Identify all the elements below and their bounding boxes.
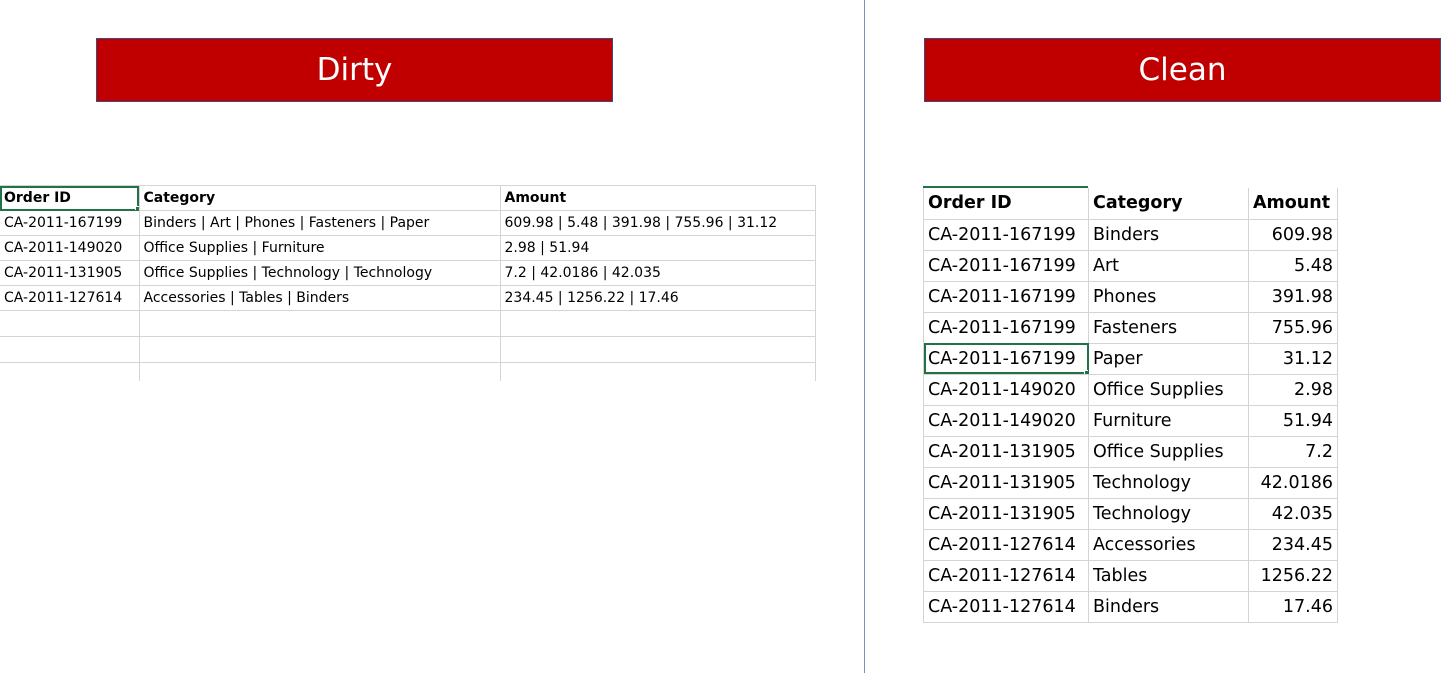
table-row: CA-2011-167199 Paper 31.12 [923, 342, 1338, 375]
order-id-cell[interactable]: CA-2011-167199 [923, 218, 1089, 251]
amount-cell[interactable]: 42.035 [1248, 497, 1338, 530]
amount-cell[interactable]: 7.2 | 42.0186 | 42.035 [499, 260, 816, 286]
amount-cell[interactable]: 609.98 | 5.48 | 391.98 | 755.96 | 31.12 [499, 210, 816, 236]
amount-cell[interactable]: 7.2 [1248, 435, 1338, 468]
category-cell[interactable]: Office Supplies [1088, 373, 1249, 406]
order-id-cell[interactable]: CA-2011-167199 [923, 249, 1089, 282]
table-row: CA-2011-131905 Office Supplies 7.2 [923, 435, 1338, 468]
amount-cell[interactable]: 234.45 [1248, 528, 1338, 561]
category-cell[interactable]: Binders | Art | Phones | Fasteners | Pap… [138, 210, 501, 236]
clean-sheet-table: Order ID Category Amount CA-2011-167199 … [923, 188, 1338, 623]
order-id-cell[interactable]: CA-2011-149020 [923, 373, 1089, 406]
dirty-banner: Dirty [96, 38, 613, 102]
empty-row [0, 310, 816, 337]
table-row: CA-2011-127614 Accessories | Tables | Bi… [0, 285, 816, 311]
empty-cell[interactable] [0, 336, 140, 363]
header-cell-amount[interactable]: Amount [499, 185, 816, 211]
header-cell-amount[interactable]: Amount [1248, 188, 1338, 220]
category-cell[interactable]: Office Supplies | Technology | Technolog… [138, 260, 501, 286]
amount-cell[interactable]: 42.0186 [1248, 466, 1338, 499]
header-cell-order-id[interactable]: Order ID [923, 188, 1089, 220]
order-id-cell[interactable]: CA-2011-127614 [923, 559, 1089, 592]
category-cell[interactable]: Furniture [1088, 404, 1249, 437]
amount-cell[interactable]: 391.98 [1248, 280, 1338, 313]
vertical-divider [864, 0, 865, 673]
table-row: CA-2011-131905 Technology 42.035 [923, 497, 1338, 530]
order-id-cell[interactable]: CA-2011-167199 [923, 280, 1089, 313]
order-id-cell-selected[interactable]: CA-2011-167199 [923, 342, 1089, 375]
order-id-cell[interactable]: CA-2011-131905 [923, 435, 1089, 468]
table-row: CA-2011-167199 Binders 609.98 [923, 218, 1338, 251]
header-cell-order-id[interactable]: Order ID [0, 185, 140, 211]
amount-cell[interactable]: 2.98 | 51.94 [499, 235, 816, 261]
table-row: CA-2011-167199 Fasteners 755.96 [923, 311, 1338, 344]
empty-cell[interactable] [138, 362, 501, 381]
dirty-sheet-table: Order ID Category Amount CA-2011-167199 … [0, 185, 816, 381]
category-cell[interactable]: Paper [1088, 342, 1249, 375]
category-cell[interactable]: Binders [1088, 218, 1249, 251]
category-cell[interactable]: Office Supplies | Furniture [138, 235, 501, 261]
empty-cell[interactable] [0, 310, 140, 337]
empty-cell[interactable] [138, 336, 501, 363]
clean-banner: Clean [924, 38, 1441, 102]
amount-cell[interactable]: 755.96 [1248, 311, 1338, 344]
category-cell[interactable]: Phones [1088, 280, 1249, 313]
amount-cell[interactable]: 5.48 [1248, 249, 1338, 282]
order-id-cell[interactable]: CA-2011-167199 [0, 210, 140, 236]
order-id-cell[interactable]: CA-2011-127614 [923, 590, 1089, 623]
table-row: CA-2011-127614 Tables 1256.22 [923, 559, 1338, 592]
table-row: CA-2011-131905 Office Supplies | Technol… [0, 260, 816, 286]
table-row: CA-2011-149020 Office Supplies 2.98 [923, 373, 1338, 406]
header-row: Order ID Category Amount [923, 188, 1338, 220]
category-cell[interactable]: Accessories [1088, 528, 1249, 561]
empty-cell[interactable] [0, 362, 140, 381]
category-cell[interactable]: Binders [1088, 590, 1249, 623]
order-id-cell[interactable]: CA-2011-167199 [923, 311, 1089, 344]
amount-cell[interactable]: 609.98 [1248, 218, 1338, 251]
category-cell[interactable]: Technology [1088, 466, 1249, 499]
empty-cell[interactable] [499, 362, 816, 381]
empty-cell[interactable] [499, 336, 816, 363]
category-cell[interactable]: Art [1088, 249, 1249, 282]
order-id-cell[interactable]: CA-2011-127614 [0, 285, 140, 311]
empty-row [0, 362, 816, 381]
empty-row [0, 336, 816, 363]
table-row: CA-2011-167199 Art 5.48 [923, 249, 1338, 282]
order-id-cell[interactable]: CA-2011-149020 [923, 404, 1089, 437]
amount-cell[interactable]: 2.98 [1248, 373, 1338, 406]
category-cell[interactable]: Office Supplies [1088, 435, 1249, 468]
order-id-cell[interactable]: CA-2011-149020 [0, 235, 140, 261]
header-row: Order ID Category Amount [0, 185, 816, 211]
table-row: CA-2011-149020 Office Supplies | Furnitu… [0, 235, 816, 261]
category-cell[interactable]: Fasteners [1088, 311, 1249, 344]
category-cell[interactable]: Tables [1088, 559, 1249, 592]
table-row: CA-2011-149020 Furniture 51.94 [923, 404, 1338, 437]
amount-cell[interactable]: 51.94 [1248, 404, 1338, 437]
empty-cell[interactable] [138, 310, 501, 337]
header-cell-category[interactable]: Category [1088, 188, 1249, 220]
table-row: CA-2011-131905 Technology 42.0186 [923, 466, 1338, 499]
category-cell[interactable]: Accessories | Tables | Binders [138, 285, 501, 311]
amount-cell[interactable]: 234.45 | 1256.22 | 17.46 [499, 285, 816, 311]
table-row: CA-2011-127614 Accessories 234.45 [923, 528, 1338, 561]
order-id-cell[interactable]: CA-2011-131905 [0, 260, 140, 286]
table-row: CA-2011-167199 Binders | Art | Phones | … [0, 210, 816, 236]
empty-cell[interactable] [499, 310, 816, 337]
order-id-cell[interactable]: CA-2011-131905 [923, 466, 1089, 499]
table-row: CA-2011-127614 Binders 17.46 [923, 590, 1338, 623]
order-id-cell[interactable]: CA-2011-131905 [923, 497, 1089, 530]
amount-cell[interactable]: 17.46 [1248, 590, 1338, 623]
amount-cell[interactable]: 31.12 [1248, 342, 1338, 375]
category-cell[interactable]: Technology [1088, 497, 1249, 530]
amount-cell[interactable]: 1256.22 [1248, 559, 1338, 592]
header-cell-category[interactable]: Category [138, 185, 501, 211]
order-id-cell[interactable]: CA-2011-127614 [923, 528, 1089, 561]
table-row: CA-2011-167199 Phones 391.98 [923, 280, 1338, 313]
